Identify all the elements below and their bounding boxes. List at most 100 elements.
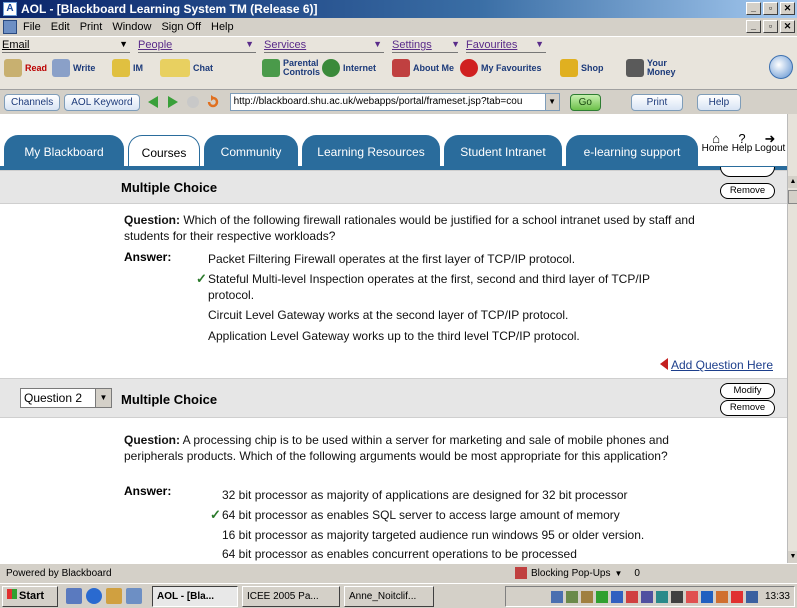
header-home-link[interactable]: ⌂ Home [700, 131, 730, 154]
channels-button[interactable]: Channels [4, 93, 61, 111]
address-bar-input[interactable]: http://blackboard.shu.ac.uk/webapps/port… [229, 93, 560, 111]
menu-sign-off[interactable]: Sign Off [161, 21, 201, 33]
tab-student-intranet[interactable]: Student Intranet [444, 135, 562, 167]
minimize-button[interactable]: _ [746, 2, 761, 15]
blocked-count: 0 [634, 567, 640, 579]
question-1-answer-3: Circuit Level Gateway works at the secon… [208, 308, 569, 322]
tray-icon-5[interactable] [610, 590, 623, 603]
category-email[interactable]: Email ▼ [2, 39, 130, 52]
add-question-here-link[interactable]: Add Question Here [659, 358, 773, 372]
aol-keyword-button[interactable]: AOL Keyword [64, 93, 140, 111]
back-arrow-icon[interactable] [146, 95, 160, 109]
question-1-remove-button[interactable]: Remove [720, 183, 775, 199]
tray-icon-9[interactable] [670, 590, 683, 603]
menu-print[interactable]: Print [80, 21, 103, 33]
select-dropdown-icon[interactable]: ▼ [95, 389, 111, 407]
browser-icon[interactable] [86, 588, 102, 604]
question-1-answer-label: Answer: [124, 250, 172, 264]
question-order-select[interactable]: Question 2 ▼ [20, 388, 112, 408]
read-button[interactable]: Read [4, 57, 47, 79]
vertical-scrollbar[interactable]: ▲ ▼ [787, 114, 797, 563]
aol-toolbar: Email ▼ People ▼ Services ▼ Settings ▼ Favou… [0, 36, 797, 90]
home-icon: ⌂ [712, 131, 720, 146]
menu-help[interactable]: Help [211, 21, 234, 33]
reload-icon[interactable] [206, 95, 220, 109]
outlook-icon[interactable] [106, 588, 122, 604]
category-favourites[interactable]: Favourites ▼ [466, 39, 546, 52]
taskbar: Start AOL - [Bla... ICEE 2005 Pa... Anne… [0, 583, 797, 608]
close-button[interactable]: ✕ [780, 2, 795, 15]
about-me-button[interactable]: About Me [392, 57, 454, 79]
im-button[interactable]: IM [112, 57, 143, 79]
go-button[interactable]: Go [569, 93, 601, 111]
restore-button[interactable]: ▫ [763, 2, 778, 15]
tray-icon-7[interactable] [640, 590, 653, 603]
scroll-down-icon[interactable]: ▼ [788, 551, 797, 563]
shop-button[interactable]: Shop [560, 57, 604, 79]
window-titlebar[interactable]: A AOL - [Blackboard Learning System TM (… [0, 0, 797, 18]
logout-icon: ➜ [764, 131, 776, 146]
question-1-type: Multiple Choice [121, 180, 218, 195]
address-dropdown-icon[interactable]: ▼ [544, 94, 559, 110]
tray-icon-1[interactable] [550, 590, 563, 603]
category-settings[interactable]: Settings ▼ [392, 39, 462, 52]
tab-e-learning-support[interactable]: e-learning support [566, 135, 698, 167]
menu-edit[interactable]: Edit [51, 21, 70, 33]
stop-icon[interactable] [186, 95, 200, 109]
tab-learning-resources[interactable]: Learning Resources [302, 135, 440, 167]
mdi-close-button[interactable]: ✕ [780, 20, 795, 33]
category-people[interactable]: People ▼ [138, 39, 256, 52]
mail-icon [4, 59, 22, 77]
scroll-up-icon[interactable]: ▲ [788, 176, 797, 188]
write-button[interactable]: Write [52, 57, 95, 79]
desktop-icon[interactable] [66, 588, 82, 604]
tray-icon-13[interactable] [730, 590, 743, 603]
task-aol[interactable]: AOL - [Bla... [152, 585, 238, 607]
tray-icon-11[interactable] [700, 590, 713, 603]
window-title: AOL - [Blackboard Learning System TM (Re… [21, 2, 318, 16]
tab-my-blackboard[interactable]: My Blackboard [4, 135, 124, 167]
print-button[interactable]: Print [630, 93, 683, 111]
tray-icon-10[interactable] [685, 590, 698, 603]
modify-button-cut[interactable] [720, 167, 775, 177]
globe-icon [322, 59, 340, 77]
start-button[interactable]: Start [2, 585, 58, 607]
scroll-thumb[interactable] [788, 190, 797, 204]
tab-community[interactable]: Community [204, 135, 298, 167]
aol-icon[interactable] [126, 588, 142, 604]
tray-icon-3[interactable] [580, 590, 593, 603]
help-icon: ? [738, 131, 746, 146]
header-logout-link[interactable]: ➜ Logout [754, 131, 786, 154]
tab-courses[interactable]: Courses [128, 135, 200, 167]
question-2-answer-4: 64 bit processor as enables concurrent o… [222, 547, 577, 561]
clock[interactable]: 13:33 [765, 591, 790, 602]
question-2-remove-button[interactable]: Remove [720, 400, 775, 416]
tray-icon-8[interactable] [655, 590, 668, 603]
mdi-minimize-button[interactable]: _ [746, 20, 761, 33]
tray-icon-4[interactable] [595, 590, 608, 603]
forward-arrow-icon[interactable] [166, 95, 180, 109]
help-button[interactable]: Help [696, 93, 741, 111]
parental-controls-button[interactable]: Parental Controls [262, 57, 322, 79]
shop-bag-icon [560, 59, 578, 77]
tray-icon-14[interactable] [745, 590, 758, 603]
menu-window[interactable]: Window [112, 21, 151, 33]
document-icon[interactable] [3, 20, 17, 34]
internet-button[interactable]: Internet [322, 57, 376, 79]
question-2-answer-1: 32 bit processor as majority of applicat… [222, 488, 628, 502]
popup-blocker[interactable]: Blocking Pop-Ups ▼ 0 [515, 567, 640, 579]
tray-icon-6[interactable] [625, 590, 638, 603]
chat-button[interactable]: Chat [160, 57, 213, 79]
question-1-header: Multiple Choice Remove [0, 167, 787, 204]
task-icee[interactable]: ICEE 2005 Pa... [242, 585, 340, 607]
my-favourites-button[interactable]: My Favourites [460, 57, 542, 79]
category-services[interactable]: Services ▼ [264, 39, 384, 52]
tray-icon-12[interactable] [715, 590, 728, 603]
your-money-button[interactable]: Your Money [626, 57, 696, 79]
mdi-restore-button[interactable]: ▫ [763, 20, 778, 33]
tray-icon-2[interactable] [565, 590, 578, 603]
question-2-modify-button[interactable]: Modify [720, 383, 775, 399]
menu-file[interactable]: File [23, 21, 41, 33]
task-anne-noitclif[interactable]: Anne_Noitclif... [344, 585, 434, 607]
header-help-link[interactable]: ? Help [730, 131, 754, 154]
